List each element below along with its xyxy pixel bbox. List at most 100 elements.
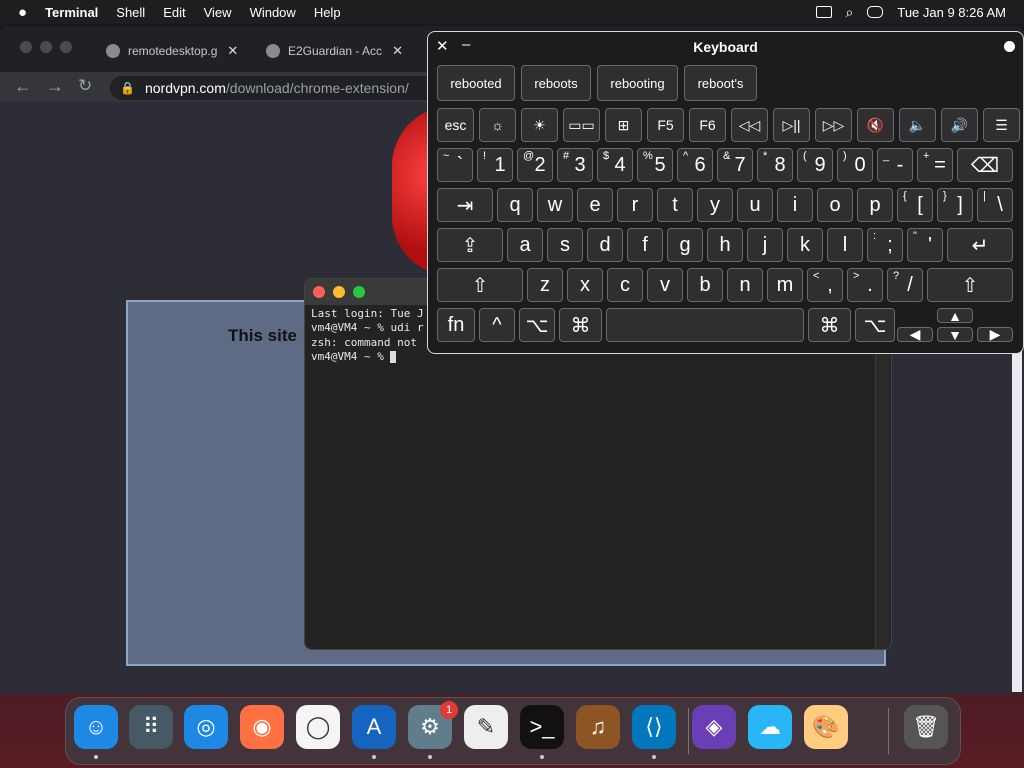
mission-control-icon[interactable]: ▭▭ [563,108,600,142]
key-0-number-row[interactable]: ~ ` [437,148,473,182]
key-o[interactable]: o [817,188,853,222]
punctuation-key[interactable]: ? / [887,268,923,302]
key-v[interactable]: v [647,268,683,302]
key-4-number-row[interactable]: $4 [597,148,633,182]
menu-shell[interactable]: Shell [116,5,145,20]
textedit-icon[interactable]: ✎ [464,705,508,749]
fn-key[interactable]: fn [437,308,475,342]
browser-scrollbar[interactable] [1012,330,1022,692]
key-s[interactable]: s [547,228,583,262]
key-3-number-row[interactable]: #3 [557,148,593,182]
right-shift-key[interactable]: ⇧ [927,268,1013,302]
key-7-number-row[interactable]: & 7 [717,148,753,182]
punctuation-key[interactable]: >. [847,268,883,302]
close-window-button[interactable] [20,41,32,53]
play-pause-icon[interactable]: ▷|| [773,108,810,142]
return-key[interactable]: ↵ [947,228,1013,262]
key-6-number-row[interactable]: ^ 6 [677,148,713,182]
minimize-window-button[interactable] [333,286,345,298]
key-j[interactable]: j [747,228,783,262]
chrome-icon[interactable]: ◯ [296,705,340,749]
brightness-up-icon[interactable]: ☀ [521,108,558,142]
punctuation-key[interactable]: <, [807,268,843,302]
menu-help[interactable]: Help [314,5,341,20]
vscode-icon[interactable]: ⟨⟩ [632,705,676,749]
rewind-icon[interactable]: ◁◁ [731,108,768,142]
f5-key[interactable]: F5 [647,108,684,142]
suggestion-button[interactable]: reboots [521,65,591,101]
zoom-window-button[interactable] [353,286,365,298]
key-10-number-row[interactable]: ) 0 [837,148,873,182]
visual-studio-icon[interactable]: ◈ [692,705,736,749]
key-r[interactable]: r [617,188,653,222]
right-command-key[interactable]: ⌘ [808,308,851,342]
menu-app-terminal[interactable]: Terminal [45,5,98,20]
caps-lock-key[interactable]: ⇪ [437,228,503,262]
key-8-number-row[interactable]: * 8 [757,148,793,182]
left-option-key[interactable]: ⌥ [519,308,555,342]
key-z[interactable]: z [527,268,563,302]
garageband-icon[interactable]: ♫ [576,705,620,749]
key-5-number-row[interactable]: % 5 [637,148,673,182]
browser-tab[interactable]: remotedesktop.g ✕ [106,36,238,66]
left-arrow-key[interactable]: ◀ [897,326,933,342]
minimize-window-button[interactable] [40,41,52,53]
menu-view[interactable]: View [204,5,232,20]
tab-key[interactable]: ⇥ [437,188,493,222]
key-2-number-row[interactable]: @2 [517,148,553,182]
zoom-window-button[interactable] [60,41,72,53]
launchpad-icon[interactable]: ⠿ [129,705,173,749]
mute-icon[interactable]: 🔇 [857,108,894,142]
key-h[interactable]: h [707,228,743,262]
weather-icon[interactable]: ☁ [748,705,792,749]
bracket-key[interactable]: | \ [977,188,1013,222]
f6-key[interactable]: F6 [689,108,726,142]
control-key[interactable]: ^ [479,308,515,342]
key-u[interactable]: u [737,188,773,222]
menubar-clock[interactable]: Tue Jan 9 8:26 AM [897,5,1006,20]
terminal-icon[interactable]: >_ [520,705,564,749]
key-11-number-row[interactable]: _ - [877,148,913,182]
left-shift-key[interactable]: ⇧ [437,268,523,302]
punctuation-key[interactable]: " ' [907,228,943,262]
back-arrow-icon[interactable]: ← [14,76,32,97]
up-arrow-key[interactable]: ▲ [937,308,973,324]
key-p[interactable]: p [857,188,893,222]
tab-close-button[interactable]: ✕ [392,43,403,59]
key-q[interactable]: q [497,188,533,222]
bracket-key[interactable]: }] [937,188,973,222]
key-i[interactable]: i [777,188,813,222]
spotlight-search-icon[interactable]: ⌕ [846,4,854,21]
screen-mirroring-icon[interactable] [815,6,832,18]
safari-icon[interactable]: ◎ [184,705,228,749]
key-n[interactable]: n [727,268,763,302]
key-k[interactable]: k [787,228,823,262]
paintbrush-icon[interactable]: 🎨 [804,705,848,749]
space-bar[interactable] [606,308,804,342]
close-window-button[interactable] [313,286,325,298]
launchpad-icon[interactable]: ⊞ [605,108,642,142]
reload-icon[interactable]: ↻ [78,76,92,96]
bracket-key[interactable]: {[ [897,188,933,222]
options-menu-icon[interactable] [1004,41,1015,52]
right-option-key[interactable]: ⌥ [855,308,895,342]
firefox-icon[interactable]: ◉ [240,705,284,749]
trash-icon[interactable]: 🗑 [904,705,948,749]
key-b[interactable]: b [687,268,723,302]
suggestion-button[interactable]: rebooted [437,65,515,101]
tab-close-button[interactable]: ✕ [227,43,238,59]
delete-key[interactable]: ⌫ [957,148,1013,182]
terminal-scrollbar[interactable] [875,305,890,649]
key-e[interactable]: e [577,188,613,222]
apple-icon[interactable]: ● [18,4,27,21]
suggestion-button[interactable]: reboot's [684,65,757,101]
list-icon[interactable]: ☰ [983,108,1020,142]
key-a[interactable]: a [507,228,543,262]
key-d[interactable]: d [587,228,623,262]
key-g[interactable]: g [667,228,703,262]
esc-key[interactable]: esc [437,108,474,142]
volume-up-icon[interactable]: 🔊 [941,108,978,142]
key-f[interactable]: f [627,228,663,262]
key-m[interactable]: m [767,268,803,302]
suggestion-button[interactable]: rebooting [597,65,678,101]
